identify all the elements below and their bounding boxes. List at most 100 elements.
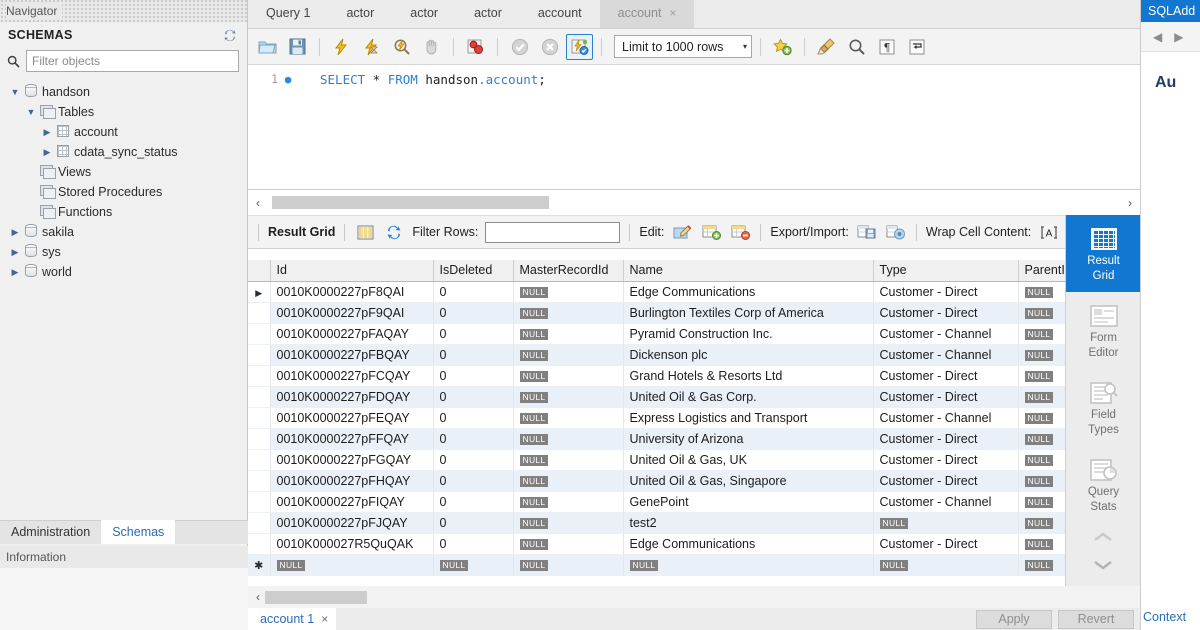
cell-parenti[interactable]: NULL [1018,533,1067,555]
result-horizontal-scrollbar[interactable]: ‹ [248,586,1140,608]
row-selector-cell[interactable] [248,491,271,513]
cell-name[interactable]: Grand Hotels & Resorts Ltd [623,365,874,387]
row-selector-cell[interactable] [248,428,271,450]
table-row[interactable]: 0010K0000227pFIQAY 0 NULL GenePoint Customer… [248,491,1067,513]
table-row[interactable]: 0010K0000227pFAQAY 0 NULL Pyramid Construct… [248,323,1067,345]
refresh-icon[interactable] [383,222,405,242]
insert-row-icon[interactable] [700,222,722,242]
table-row[interactable]: 0010K0000227pFHQAY 0 NULL United Oil & Gas,… [248,470,1067,492]
execute-current-statement-button[interactable] [358,34,385,60]
chevron-down-icon[interactable]: ▾ [743,42,747,51]
save-sql-script-button[interactable] [284,34,311,60]
filter-objects-input[interactable] [26,50,239,72]
import-disk-icon[interactable] [885,222,907,242]
cell-isdeleted[interactable]: 0 [433,449,514,471]
rail-item-field-types[interactable]: Field Types [1066,369,1141,446]
cell-name[interactable]: University of Arizona [623,428,874,450]
cell-name[interactable]: Edge Communications [623,533,874,555]
delete-row-icon[interactable] [729,222,751,242]
cell-masterrecordid[interactable]: NULL [513,491,624,513]
chevron-right-icon[interactable]: ▶ [40,127,54,138]
cell-id[interactable]: 0010K0000227pFHQAY [270,470,434,492]
row-selector-cell[interactable] [248,344,271,366]
cell-id[interactable]: 0010K000027R5QuQAK [270,533,434,555]
cell-parenti[interactable]: NULL [1018,407,1067,429]
cell-type[interactable]: Customer - Direct [873,428,1019,450]
cell-isdeleted[interactable]: NULL [433,554,514,576]
row-selector-cell[interactable] [248,323,271,345]
cell-isdeleted[interactable]: 0 [433,344,514,366]
cell-parenti[interactable]: NULL [1018,281,1067,303]
nav-back-icon[interactable]: ◀ [1153,30,1162,44]
cell-masterrecordid[interactable]: NULL [513,554,624,576]
cell-name[interactable]: Edge Communications [623,281,874,303]
tree-item-account[interactable]: ▶ account [0,122,247,142]
cell-name[interactable]: Express Logistics and Transport [623,407,874,429]
tree-item-tables[interactable]: ▼ Tables [0,102,247,122]
cell-id[interactable]: 0010K0000227pF9QAI [270,302,434,324]
cell-parenti[interactable]: NULL [1018,449,1067,471]
cell-id[interactable]: 0010K0000227pFFQAY [270,428,434,450]
cell-name[interactable]: Dickenson plc [623,344,874,366]
export-disk-icon[interactable] [856,222,878,242]
cell-name[interactable]: United Oil & Gas Corp. [623,386,874,408]
column-header-id[interactable]: Id [270,260,434,282]
beautify-sql-button[interactable] [813,34,840,60]
cell-type[interactable]: Customer - Direct [873,365,1019,387]
cell-name[interactable]: Pyramid Construction Inc. [623,323,874,345]
chevron-right-icon[interactable]: ▶ [8,227,22,238]
cell-isdeleted[interactable]: 0 [433,323,514,345]
find-button[interactable] [843,34,870,60]
revert-button[interactable]: Revert [1058,609,1134,629]
cell-parenti[interactable]: NULL [1018,554,1067,576]
result-set-tab[interactable]: account 1 × [248,608,337,630]
scroll-left-icon[interactable]: ‹ [256,196,260,210]
cell-id[interactable]: 0010K0000227pFBQAY [270,344,434,366]
table-row[interactable]: 0010K0000227pFEQAY 0 NULL Express Logistics… [248,407,1067,429]
table-row[interactable]: 0010K000027R5QuQAK 0 NULL Edge Communicatio… [248,533,1067,555]
cell-name[interactable]: test2 [623,512,874,534]
context-link[interactable]: Context [1143,610,1186,624]
table-row[interactable]: 0010K0000227pFGQAY 0 NULL United Oil & Gas,… [248,449,1067,471]
edit-pencil-icon[interactable] [671,222,693,242]
cell-name[interactable]: GenePoint [623,491,874,513]
toggle-invisible-chars-button[interactable]: ¶ [873,34,900,60]
cell-masterrecordid[interactable]: NULL [513,281,624,303]
wrap-lines-button[interactable] [903,34,930,60]
cell-type[interactable]: NULL [873,554,1019,576]
toggle-breakpoint-button[interactable] [462,34,489,60]
cell-isdeleted[interactable]: 0 [433,491,514,513]
cell-parenti[interactable]: NULL [1018,491,1067,513]
cell-masterrecordid[interactable]: NULL [513,407,624,429]
cell-type[interactable]: Customer - Channel [873,323,1019,345]
cell-isdeleted[interactable]: 0 [433,533,514,555]
cell-parenti[interactable]: NULL [1018,302,1067,324]
tree-item-stored-procedures[interactable]: ▶ Stored Procedures [0,182,247,202]
cell-name[interactable]: United Oil & Gas, Singapore [623,470,874,492]
cell-isdeleted[interactable]: 0 [433,512,514,534]
table-new-row[interactable]: ✱ NULL NULL NULL NULL NULL NULL [248,554,1067,576]
row-selector-cell[interactable] [248,365,271,387]
wrap-cell-icon[interactable]: A [1038,222,1060,242]
cell-id[interactable]: NULL [270,554,434,576]
tab-query-1[interactable]: Query 1 [248,0,328,28]
cell-masterrecordid[interactable]: NULL [513,428,624,450]
chevron-down-icon[interactable]: ▼ [8,87,22,97]
cell-id[interactable]: 0010K0000227pFCQAY [270,365,434,387]
cell-parenti[interactable]: NULL [1018,428,1067,450]
cell-parenti[interactable]: NULL [1018,344,1067,366]
rail-item-form-editor[interactable]: Form Editor [1066,292,1141,369]
cell-type[interactable]: Customer - Channel [873,491,1019,513]
tab-account-2-active[interactable]: account × [599,0,695,28]
chevron-right-icon[interactable]: ▶ [8,247,22,258]
cell-masterrecordid[interactable]: NULL [513,344,624,366]
cell-isdeleted[interactable]: 0 [433,386,514,408]
table-row[interactable]: 0010K0000227pFCQAY 0 NULL Grand Hotels & Re… [248,365,1067,387]
rail-scroll-up-icon[interactable] [1066,523,1140,551]
row-selector-cell[interactable] [248,533,271,555]
cell-masterrecordid[interactable]: NULL [513,449,624,471]
tab-schemas[interactable]: Schemas [101,520,176,544]
cell-id[interactable]: 0010K0000227pFDQAY [270,386,434,408]
cell-masterrecordid[interactable]: NULL [513,365,624,387]
column-header-name[interactable]: Name [623,260,874,282]
